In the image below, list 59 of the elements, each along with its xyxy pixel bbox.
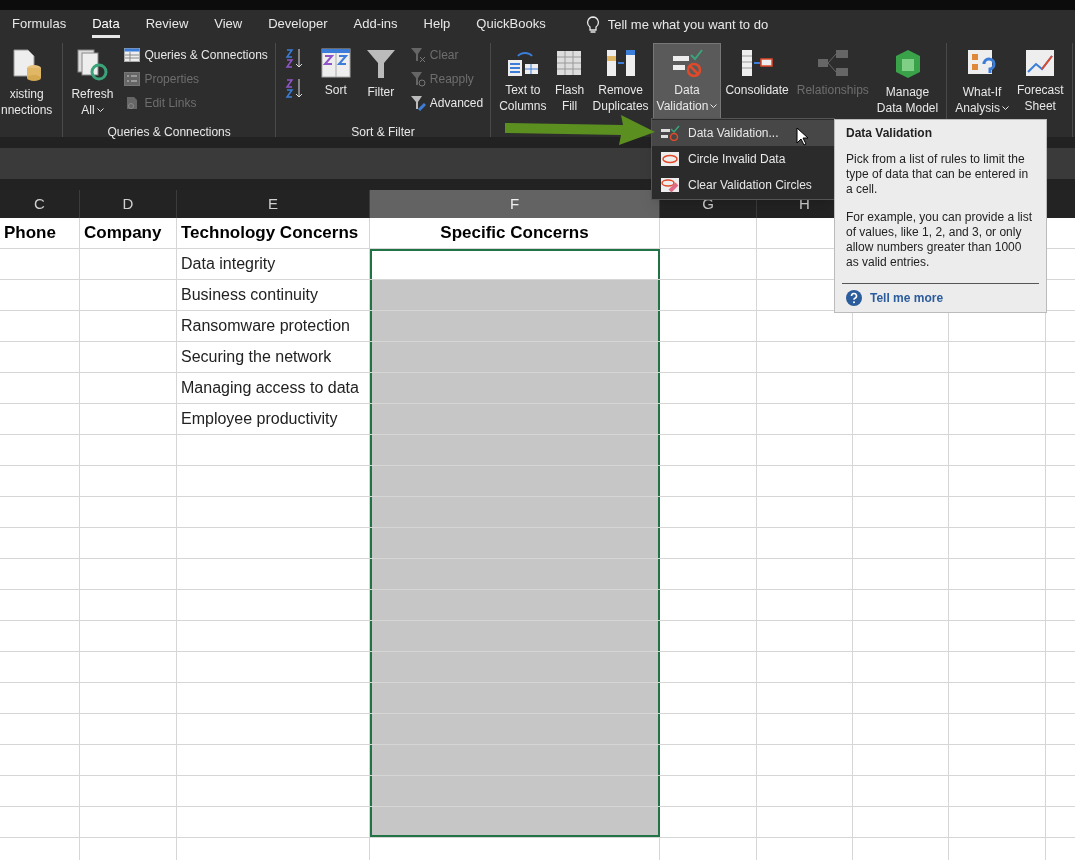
ribbon-button[interactable]: Text to Columns: [495, 43, 551, 123]
funnel-refresh-icon: [409, 71, 426, 87]
table-icon: [124, 48, 141, 62]
table-cell-text: Employee productivity: [181, 409, 338, 429]
table-cell-text: Business continuity: [181, 285, 318, 305]
column-header[interactable]: D: [80, 190, 177, 218]
ribbon-button[interactable]: Flash Fill: [550, 43, 589, 123]
help-icon: [846, 290, 862, 306]
ribbon-tab[interactable]: View: [214, 12, 243, 38]
table-cell-text: Ransomware protection: [181, 316, 350, 336]
ribbon-tab[interactable]: Developer: [268, 12, 328, 38]
column-title: Phone: [4, 222, 56, 245]
column-header[interactable]: C: [0, 190, 80, 218]
funnel-icon: [365, 48, 396, 80]
lightbulb-icon: [585, 16, 600, 34]
sort-grid-icon: [320, 48, 351, 78]
table-cell-text: Data integrity: [181, 254, 276, 274]
column-title: Specific Concerns: [440, 222, 589, 245]
validation-icon: [660, 125, 680, 141]
consolidate-icon: [740, 48, 775, 78]
line-chart-icon: [1024, 48, 1057, 78]
circled-cell-icon: [660, 151, 680, 167]
menu-item[interactable]: Data Validation...: [652, 120, 834, 146]
menu-item[interactable]: Circle Invalid Data: [652, 146, 834, 172]
ribbon-tab[interactable]: Help: [423, 12, 451, 38]
chevron-down-icon: [1001, 106, 1009, 112]
tell-me-more-link[interactable]: Tell me more: [870, 290, 944, 306]
list-icon: [124, 72, 141, 86]
group-label: Sort & Filter: [350, 124, 416, 141]
eraser-cell-icon: [660, 177, 680, 193]
ribbon-button[interactable]: xisting nnections: [0, 43, 57, 123]
ribbon-tab[interactable]: QuickBooks: [476, 12, 546, 38]
funnel-cross-icon: [409, 47, 426, 63]
chevron-down-icon: [710, 104, 718, 110]
ribbon-button[interactable]: Filter: [361, 43, 400, 123]
column-arrow-icon: [604, 48, 637, 78]
column-title: Technology Concerns: [181, 222, 359, 245]
ribbon-tab[interactable]: Review: [145, 12, 189, 38]
table-cell-text: Securing the network: [181, 347, 332, 367]
sort-descending-icon: [284, 77, 305, 99]
ribbon-tab[interactable]: Formulas: [12, 12, 67, 38]
column-header[interactable]: F: [370, 190, 660, 218]
ribbon-button[interactable]: Queries & Connections: [121, 43, 271, 67]
funnel-pencil-icon: [409, 95, 426, 111]
tooltip-title: Data Validation: [846, 126, 934, 141]
ribbon-tab[interactable]: Add-ins: [353, 12, 398, 38]
chevron-down-icon: [96, 108, 104, 114]
table-cell-text: Managing access to data: [181, 378, 359, 398]
column-title: Company: [84, 222, 162, 245]
sort-ascending-icon: [284, 47, 305, 69]
pages-refresh-icon: [75, 48, 110, 82]
tell-me-field[interactable]: Tell me what you want to do: [607, 15, 808, 35]
relationships-icon: [815, 48, 850, 78]
group-label: Queries & Connections: [106, 124, 232, 141]
mouse-cursor-icon: [796, 127, 808, 146]
validation-icon: [671, 48, 703, 78]
ribbon-button[interactable]: Advanced: [406, 91, 487, 115]
ribbon-button[interactable]: Sort: [316, 43, 355, 123]
ribbon-button[interactable]: Refresh All: [67, 43, 118, 123]
